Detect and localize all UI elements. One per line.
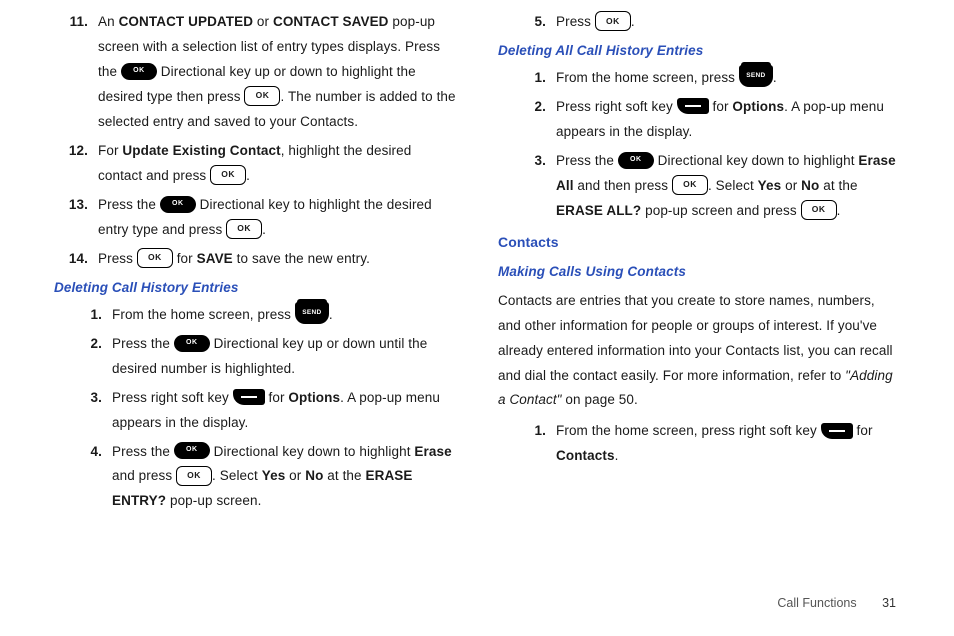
- right-column: 5. Press OK. Deleting All Call History E…: [498, 10, 900, 518]
- item-text: An CONTACT UPDATED or CONTACT SAVED pop-…: [98, 10, 456, 135]
- item-number: 2.: [78, 332, 112, 382]
- item-number: 3.: [522, 149, 556, 224]
- item-text: Press OK.: [556, 10, 900, 35]
- directional-key-icon: OK: [174, 442, 210, 459]
- item-text: Press the OK Directional key down to hig…: [556, 149, 900, 224]
- list-contacts-call: 1. From the home screen, press right sof…: [498, 419, 900, 469]
- ok-key-icon: OK: [801, 200, 837, 220]
- item-number: 1.: [78, 303, 112, 328]
- list-item: 2. Press the OK Directional key up or do…: [54, 332, 456, 382]
- item-text: Press the OK Directional key to highligh…: [98, 193, 456, 243]
- list-item: 1. From the home screen, press SEND.: [54, 303, 456, 328]
- list-item: 2. Press right soft key for Options. A p…: [498, 95, 900, 145]
- left-column: 11. An CONTACT UPDATED or CONTACT SAVED …: [54, 10, 456, 518]
- item-number: 3.: [78, 386, 112, 436]
- ok-key-icon: OK: [137, 248, 173, 268]
- item-number: 4.: [78, 440, 112, 515]
- ok-key-icon: OK: [244, 86, 280, 106]
- item-number: 12.: [54, 139, 98, 189]
- list-item: 1. From the home screen, press right sof…: [498, 419, 900, 469]
- item-text: From the home screen, press SEND.: [112, 303, 456, 328]
- directional-key-icon: OK: [121, 63, 157, 80]
- item-number: 11.: [54, 10, 98, 135]
- list-delete-all: 1. From the home screen, press SEND. 2. …: [498, 66, 900, 224]
- list-item: 11. An CONTACT UPDATED or CONTACT SAVED …: [54, 10, 456, 135]
- ok-key-icon: OK: [210, 165, 246, 185]
- list-item: 12. For Update Existing Contact, highlig…: [54, 139, 456, 189]
- heading-making-calls: Making Calls Using Contacts: [498, 260, 900, 285]
- send-key-icon: SEND: [739, 65, 773, 87]
- page: 11. An CONTACT UPDATED or CONTACT SAVED …: [0, 0, 954, 636]
- item-text: For Update Existing Contact, highlight t…: [98, 139, 456, 189]
- list-item: 3. Press the OK Directional key down to …: [498, 149, 900, 224]
- item-number: 2.: [522, 95, 556, 145]
- item-text: From the home screen, press SEND.: [556, 66, 900, 91]
- item-number: 13.: [54, 193, 98, 243]
- footer-section: Call Functions: [777, 596, 856, 610]
- page-number: 31: [882, 596, 896, 610]
- item-text: Press the OK Directional key down to hig…: [112, 440, 456, 515]
- ok-key-icon: OK: [595, 11, 631, 31]
- directional-key-icon: OK: [174, 335, 210, 352]
- softkey-icon: [677, 98, 709, 114]
- heading-contacts: Contacts: [498, 230, 900, 256]
- send-key-icon: SEND: [295, 302, 329, 324]
- columns: 11. An CONTACT UPDATED or CONTACT SAVED …: [54, 10, 900, 518]
- item-text: Press the OK Directional key up or down …: [112, 332, 456, 382]
- ok-key-icon: OK: [176, 466, 212, 486]
- list-item: 1. From the home screen, press SEND.: [498, 66, 900, 91]
- ok-key-icon: OK: [226, 219, 262, 239]
- list-item: 3. Press right soft key for Options. A p…: [54, 386, 456, 436]
- list-item: 13. Press the OK Directional key to high…: [54, 193, 456, 243]
- directional-key-icon: OK: [160, 196, 196, 213]
- heading-deleting-all-history: Deleting All Call History Entries: [498, 39, 900, 64]
- list-item: 5. Press OK.: [498, 10, 900, 35]
- item-number: 1.: [522, 66, 556, 91]
- list-11-14: 11. An CONTACT UPDATED or CONTACT SAVED …: [54, 10, 456, 272]
- item-number: 5.: [522, 10, 556, 35]
- item-text: Press right soft key for Options. A pop-…: [556, 95, 900, 145]
- softkey-icon: [821, 423, 853, 439]
- list-delete-entries: 1. From the home screen, press SEND. 2. …: [54, 303, 456, 515]
- list-item-5: 5. Press OK.: [498, 10, 900, 35]
- item-text: Press right soft key for Options. A pop-…: [112, 386, 456, 436]
- softkey-icon: [233, 389, 265, 405]
- item-text: From the home screen, press right soft k…: [556, 419, 900, 469]
- item-number: 14.: [54, 247, 98, 272]
- contacts-paragraph: Contacts are entries that you create to …: [498, 289, 900, 414]
- ok-key-icon: OK: [672, 175, 708, 195]
- item-text: Press OK for SAVE to save the new entry.: [98, 247, 456, 272]
- heading-deleting-history: Deleting Call History Entries: [54, 276, 456, 301]
- list-item: 14. Press OK for SAVE to save the new en…: [54, 247, 456, 272]
- list-item: 4. Press the OK Directional key down to …: [54, 440, 456, 515]
- item-number: 1.: [522, 419, 556, 469]
- page-footer: Call Functions 31: [777, 596, 896, 610]
- directional-key-icon: OK: [618, 152, 654, 169]
